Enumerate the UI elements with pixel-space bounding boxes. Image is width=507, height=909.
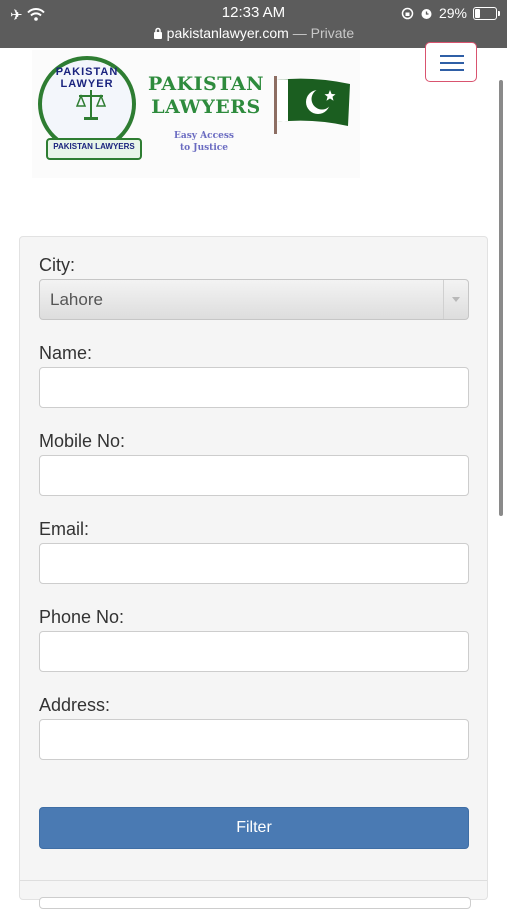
address-input[interactable]: [39, 719, 469, 760]
chevron-down-icon: [443, 280, 468, 319]
tagline: Easy Access to Justice: [158, 130, 250, 154]
city-selected-value: Lahore: [50, 290, 103, 309]
section-divider: [20, 880, 487, 881]
brand-line-2: LAWYERS: [151, 96, 261, 118]
scales-of-justice-icon: [76, 90, 106, 120]
brand-line-1: PAKISTAN: [148, 73, 264, 95]
site-logo[interactable]: PAKISTAN LAWYER PAKISTAN LAWYERS PAKISTA…: [32, 50, 360, 178]
alarm-icon: [421, 8, 432, 19]
email-label: Email:: [39, 519, 90, 539]
page-scrollbar[interactable]: [499, 80, 503, 516]
battery-percent: 29%: [438, 5, 467, 21]
city-select[interactable]: Lahore: [39, 279, 469, 320]
tagline-line-1: Easy Access: [174, 131, 234, 141]
mobile-input[interactable]: [39, 455, 469, 496]
private-label: — Private: [292, 25, 355, 41]
email-input[interactable]: [39, 543, 469, 584]
seal-top-text: PAKISTAN LAWYER: [55, 66, 119, 90]
hamburger-line-middle: [440, 62, 464, 64]
rotation-lock-icon: [401, 7, 414, 19]
tagline-line-2: to Justice: [180, 143, 228, 153]
hamburger-line-bottom: [440, 69, 464, 71]
name-input[interactable]: [39, 367, 469, 408]
battery-icon: [473, 6, 500, 20]
seal-ribbon: PAKISTAN LAWYERS: [46, 138, 142, 160]
hamburger-line-top: [440, 55, 464, 57]
filter-button[interactable]: Filter: [39, 807, 469, 849]
name-label: Name:: [39, 343, 93, 363]
status-right: 29%: [401, 5, 500, 21]
seal-emblem: PAKISTAN LAWYER PAKISTAN LAWYERS: [38, 56, 142, 160]
url-text: pakistanlawyer.com: [166, 25, 289, 41]
address-bar[interactable]: pakistanlawyer.com — Private: [0, 25, 507, 41]
brand-name: PAKISTAN LAWYERS: [142, 72, 270, 118]
address-label: Address:: [39, 695, 111, 715]
phone-input[interactable]: [39, 631, 469, 672]
hamburger-menu-button[interactable]: [425, 42, 477, 82]
phone-label: Phone No:: [39, 607, 125, 627]
lock-icon: [153, 27, 162, 39]
pakistan-flag-icon: [274, 76, 350, 134]
status-bar: ✈ 12:33 AM pakistanlawyer.com — Private …: [0, 0, 507, 48]
mobile-label: Mobile No:: [39, 431, 126, 451]
next-section-field[interactable]: [39, 897, 471, 909]
city-label: City:: [39, 255, 75, 275]
